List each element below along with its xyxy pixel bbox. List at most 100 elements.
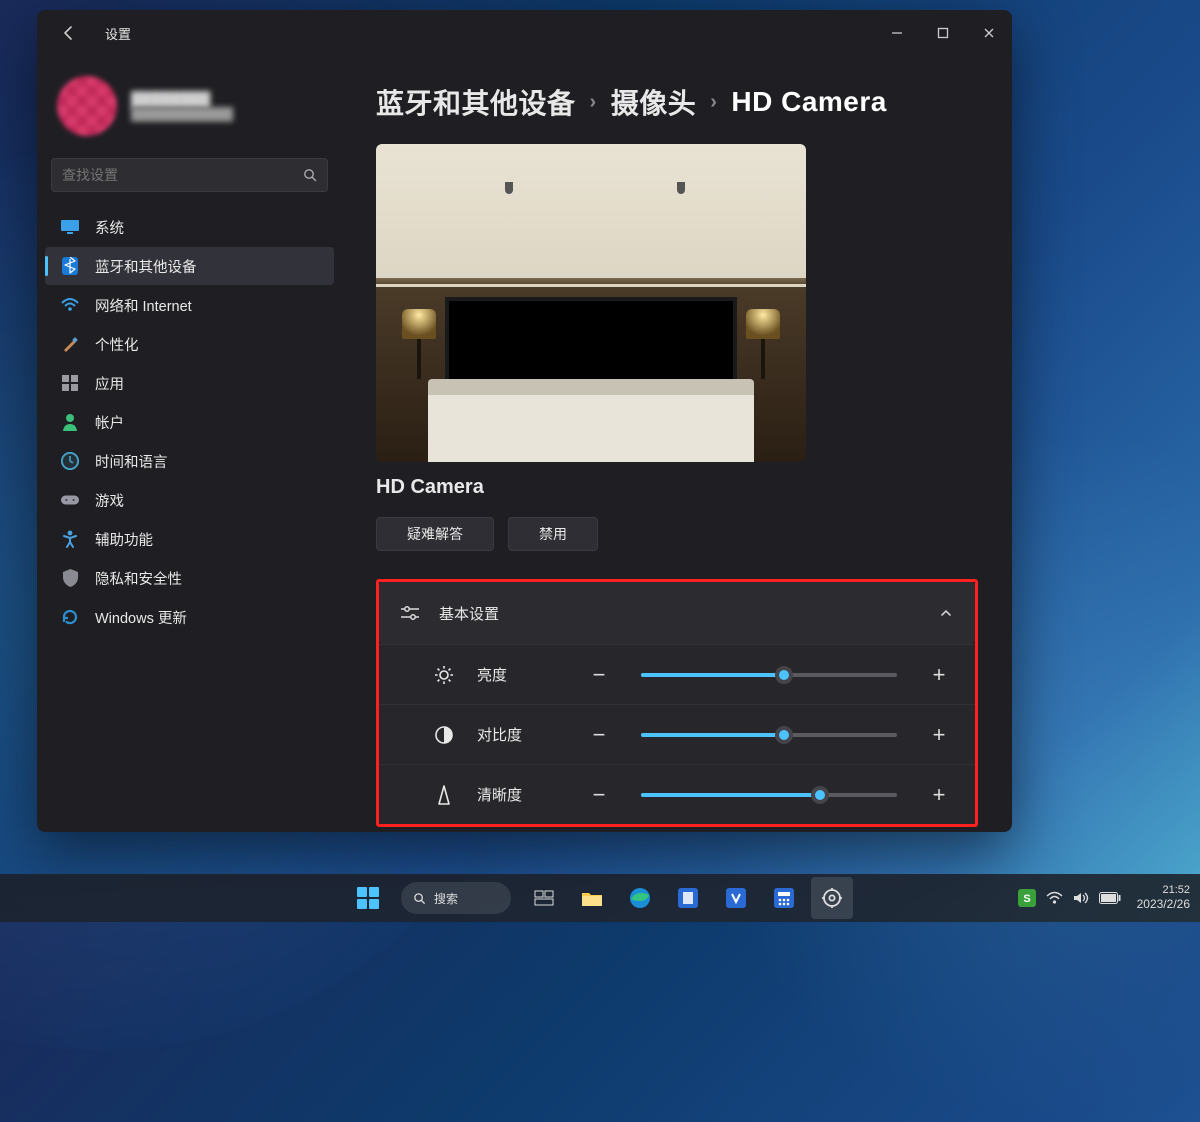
profile-email: ████████████ [131,107,233,121]
edge-icon[interactable] [619,877,661,919]
breadcrumb-sep: › [590,91,597,114]
search-input-wrap[interactable] [51,158,328,192]
slider-track[interactable] [641,793,897,797]
breadcrumb-part[interactable]: 蓝牙和其他设备 [376,82,576,122]
camera-name: HD Camera [376,476,978,499]
window-title: 设置 [105,24,131,43]
sidebar: ████████ ████████████ 系统蓝牙和其他设备网络和 Inter… [37,56,342,832]
taskbar-search-label: 搜索 [434,890,458,907]
app-icon-1[interactable] [667,877,709,919]
search-input[interactable] [62,167,303,183]
decrease-button[interactable]: − [585,722,613,748]
sidebar-item-account[interactable]: 帐户 [45,403,334,441]
sidebar-item-accessibility[interactable]: 辅助功能 [45,520,334,558]
sidebar-item-gaming[interactable]: 游戏 [45,481,334,519]
increase-button[interactable]: + [925,782,953,808]
chevron-up-icon [939,606,953,620]
disable-button[interactable]: 禁用 [508,517,598,551]
sidebar-item-personalize[interactable]: 个性化 [45,325,334,363]
sidebar-item-label: 系统 [95,217,124,238]
taskbar-clock[interactable]: 21:52 2023/2/26 [1137,884,1190,912]
profile-name: ████████ [131,91,233,107]
settings-window: 设置 ████████ ████████████ 系统蓝牙和其他设备网络和 [37,10,1012,832]
breadcrumb-sep: › [710,91,717,114]
brightness-icon [433,665,455,685]
slider-row-brightness: 亮度 − + [379,644,975,704]
sidebar-item-system[interactable]: 系统 [45,208,334,246]
breadcrumb-current: HD Camera [731,86,886,118]
troubleshoot-button[interactable]: 疑难解答 [376,517,494,551]
breadcrumb: 蓝牙和其他设备 › 摄像头 › HD Camera [376,82,978,122]
taskbar: 搜索 S 21:52 2023/2/26 [0,874,1200,922]
slider-label: 亮度 [477,664,563,685]
profile-block[interactable]: ████████ ████████████ [45,70,334,152]
sidebar-item-label: 帐户 [95,412,124,433]
sidebar-item-label: 辅助功能 [95,529,153,550]
slider-track[interactable] [641,673,897,677]
taskbar-time: 21:52 [1137,884,1190,897]
app-icon-2[interactable] [715,877,757,919]
gaming-icon [61,491,79,509]
system-icon [61,218,79,236]
file-explorer-icon[interactable] [571,877,613,919]
contrast-icon [433,725,455,745]
slider-list: 亮度 − + 对比度 − + 清晰度 − + [379,644,975,824]
taskbar-date: 2023/2/26 [1137,897,1190,911]
back-button[interactable] [51,15,87,51]
basic-settings-panel: 基本设置 亮度 − + 对比度 − + 清晰度 − + [376,579,978,827]
task-view-icon[interactable] [523,877,565,919]
sidebar-item-label: Windows 更新 [95,607,187,628]
sidebar-item-privacy[interactable]: 隐私和安全性 [45,559,334,597]
tray-s-icon[interactable]: S [1018,889,1036,907]
personalize-icon [61,335,79,353]
titlebar: 设置 [37,10,1012,56]
sidebar-item-label: 应用 [95,373,124,394]
slider-track[interactable] [641,733,897,737]
sidebar-item-label: 网络和 Internet [95,295,192,316]
increase-button[interactable]: + [925,662,953,688]
decrease-button[interactable]: − [585,662,613,688]
sidebar-item-label: 游戏 [95,490,124,511]
privacy-icon [61,569,79,587]
sidebar-item-label: 个性化 [95,334,139,355]
camera-preview [376,144,806,462]
svg-text:S: S [1023,893,1030,905]
panel-header[interactable]: 基本设置 [379,582,975,644]
slider-label: 清晰度 [477,784,563,805]
wifi-icon[interactable] [1046,891,1063,905]
search-icon [303,168,317,182]
system-tray[interactable]: S 21:52 2023/2/26 [1018,884,1190,912]
sharpness-icon [433,785,455,805]
taskbar-search[interactable]: 搜索 [401,882,511,914]
settings-taskbar-icon[interactable] [811,877,853,919]
slider-row-contrast: 对比度 − + [379,704,975,764]
nav-list: 系统蓝牙和其他设备网络和 Internet 个性化应用帐户时间和语言游戏辅助功能隐… [45,208,334,636]
sidebar-item-time[interactable]: 时间和语言 [45,442,334,480]
close-button[interactable] [966,10,1012,56]
sidebar-item-label: 蓝牙和其他设备 [95,256,197,277]
volume-icon[interactable] [1073,891,1089,905]
sidebar-item-label: 时间和语言 [95,451,168,472]
sidebar-item-bluetooth[interactable]: 蓝牙和其他设备 [45,247,334,285]
breadcrumb-part[interactable]: 摄像头 [611,82,697,122]
sidebar-item-update[interactable]: Windows 更新 [45,598,334,636]
time-icon [61,452,79,470]
apps-icon [61,374,79,392]
panel-title: 基本设置 [439,603,499,624]
slider-label: 对比度 [477,724,563,745]
battery-icon[interactable] [1099,892,1121,904]
update-icon [61,608,79,626]
start-button[interactable] [347,877,389,919]
calculator-icon[interactable] [763,877,805,919]
decrease-button[interactable]: − [585,782,613,808]
avatar [57,76,117,136]
maximize-button[interactable] [920,10,966,56]
slider-row-sharpness: 清晰度 − + [379,764,975,824]
bluetooth-icon [61,257,79,275]
increase-button[interactable]: + [925,722,953,748]
sidebar-item-wifi[interactable]: 网络和 Internet [45,286,334,324]
account-icon [61,413,79,431]
settings-sliders-icon [401,606,419,620]
sidebar-item-apps[interactable]: 应用 [45,364,334,402]
minimize-button[interactable] [874,10,920,56]
